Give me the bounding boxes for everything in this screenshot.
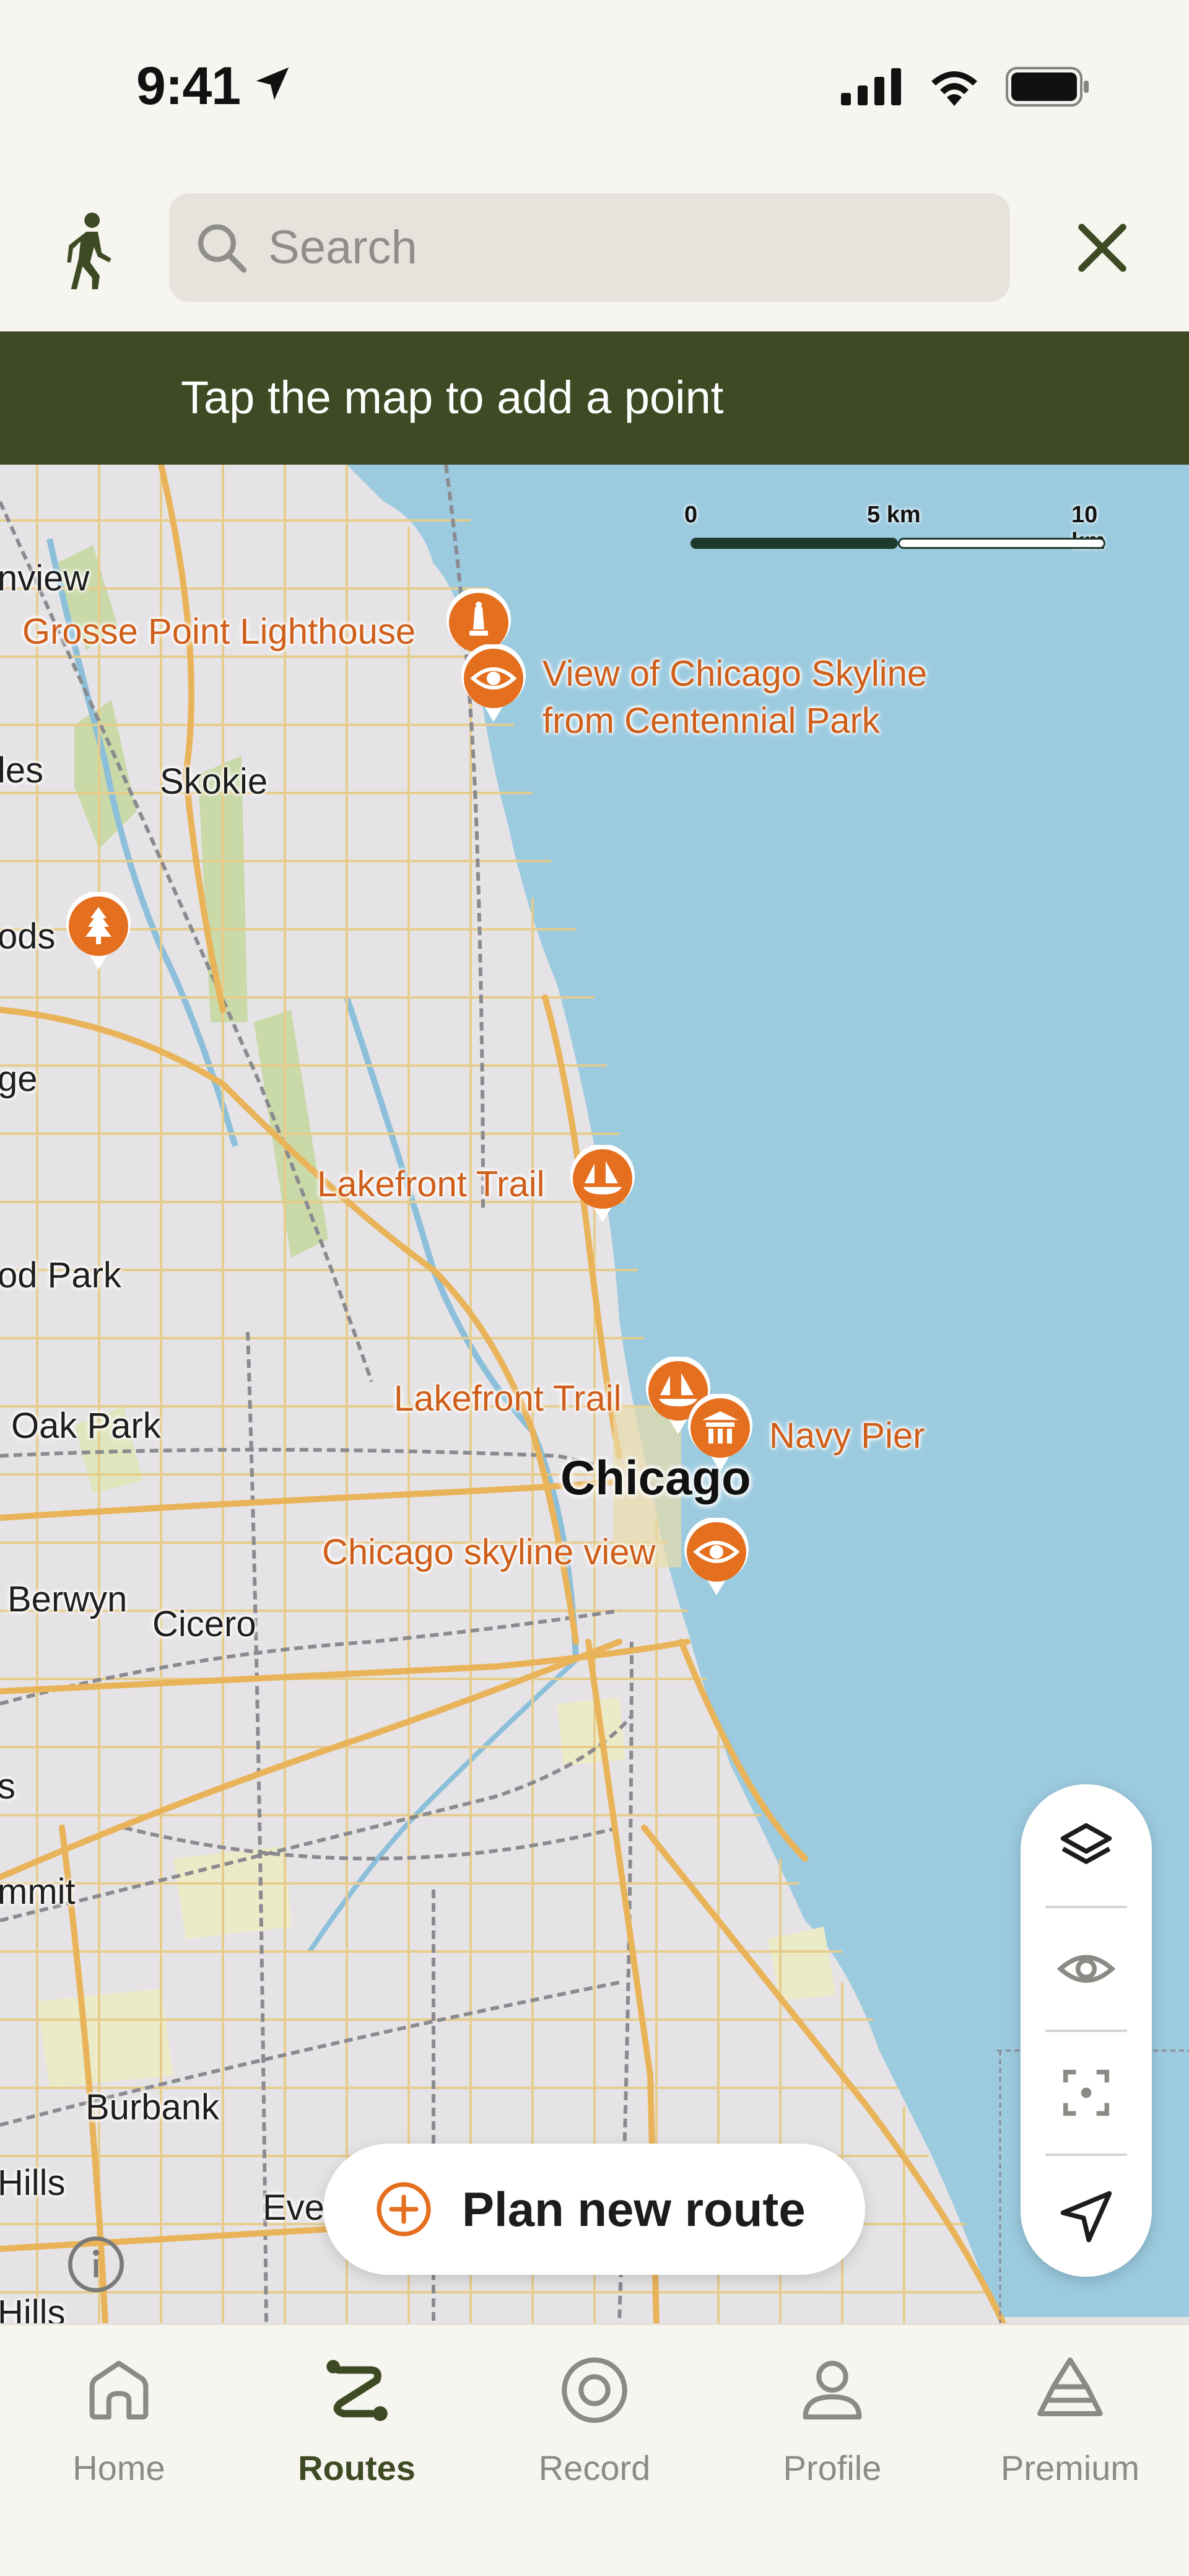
place-label: Burbank [85, 2087, 220, 2127]
viewpoint-pin[interactable] [682, 1517, 751, 1598]
navigation-arrow-icon [1060, 2191, 1112, 2243]
tab-label: Premium [1000, 2448, 1140, 2487]
place-label: s [0, 1766, 15, 1807]
search-icon [198, 224, 247, 273]
place-label: Cicero [152, 1604, 256, 1644]
place-label: Berwyn [7, 1579, 128, 1619]
cellular-signal-icon [841, 68, 901, 105]
place-label: nview [0, 558, 90, 598]
map-canvas[interactable]: 0 5 km 10 km nview les Skokie ods ge od … [0, 465, 1189, 2323]
home-icon [89, 2360, 149, 2420]
wifi-icon [931, 71, 977, 106]
premium-icon [1037, 2357, 1103, 2416]
location-arrow-icon [256, 67, 289, 100]
tab-label: Record [538, 2448, 651, 2487]
profile-icon [803, 2360, 862, 2420]
tab-label: Profile [783, 2448, 882, 2487]
tab-label: Home [72, 2448, 165, 2487]
plan-button-label: Plan new route [462, 2181, 806, 2236]
tab-label: Routes [298, 2448, 416, 2487]
poi-label[interactable]: Lakefront Trail [394, 1375, 622, 1422]
place-label: mmit [0, 1872, 76, 1912]
poi-label[interactable]: Lakefront Trail [317, 1161, 545, 1208]
layers-icon [1060, 1823, 1112, 1864]
tab-routes[interactable]: Routes [238, 2350, 476, 2511]
place-label: Eve [263, 2188, 324, 2228]
close-icon[interactable] [1071, 217, 1133, 279]
my-location-button[interactable] [1021, 2155, 1152, 2279]
place-label: ge [0, 1059, 38, 1099]
place-label: Hills [0, 2293, 66, 2323]
search-input[interactable] [268, 221, 949, 274]
plan-new-route-button[interactable]: Plan new route [323, 2144, 865, 2275]
search-box[interactable] [169, 193, 1010, 302]
plus-circle-icon [377, 2182, 431, 2236]
record-icon [562, 2357, 627, 2423]
tab-profile[interactable]: Profile [713, 2350, 951, 2511]
place-label: ods [0, 916, 56, 957]
tab-home[interactable]: Home [0, 2350, 238, 2511]
place-label: Oak Park [11, 1406, 161, 1446]
eye-icon [1056, 1955, 1116, 1983]
place-label: Hills [0, 2163, 66, 2203]
poi-label[interactable]: Grosse Point Lighthouse [22, 608, 416, 655]
scale-label-0: 0 [684, 502, 698, 528]
hint-banner: Tap the map to add a point [0, 331, 1189, 465]
info-icon[interactable] [65, 2233, 127, 2295]
status-time: 9:41 [136, 56, 241, 116]
hiker-icon[interactable] [59, 211, 118, 291]
place-label: Skokie [160, 761, 268, 802]
routes-icon [326, 2360, 388, 2421]
tab-bar: Home Routes Record Profile Premium [0, 2323, 1189, 2576]
status-bar: 9:41 [0, 0, 1189, 180]
sailboat-pin[interactable] [568, 1144, 637, 1225]
pier-pin[interactable] [686, 1393, 754, 1474]
layers-button[interactable] [1021, 1784, 1152, 1908]
battery-icon [1006, 67, 1089, 107]
scale-bar-dark [690, 538, 898, 549]
focus-button[interactable] [1021, 2031, 1152, 2155]
tab-record[interactable]: Record [476, 2350, 713, 2511]
scale-bar: 0 5 km 10 km [681, 502, 1108, 558]
poi-visibility-button[interactable] [1021, 1907, 1152, 2031]
search-header [0, 180, 1189, 331]
tab-premium[interactable]: Premium [951, 2350, 1189, 2511]
status-icons [841, 67, 1090, 107]
poi-label[interactable]: Navy Pier [769, 1413, 925, 1460]
focus-icon [1063, 2069, 1110, 2116]
scale-label-5: 5 km [867, 502, 921, 528]
poi-label[interactable]: View of Chicago Skyline from Centennial … [542, 651, 927, 745]
tree-pin[interactable] [64, 891, 133, 973]
hint-text: Tap the map to add a point [181, 372, 724, 423]
scale-bar-light [898, 538, 1105, 549]
place-label: les [0, 750, 44, 791]
viewpoint-pin[interactable] [459, 643, 528, 725]
map-controls [1021, 1784, 1152, 2277]
poi-label[interactable]: Chicago skyline view [322, 1529, 655, 1576]
place-label: od Park [0, 1255, 121, 1295]
